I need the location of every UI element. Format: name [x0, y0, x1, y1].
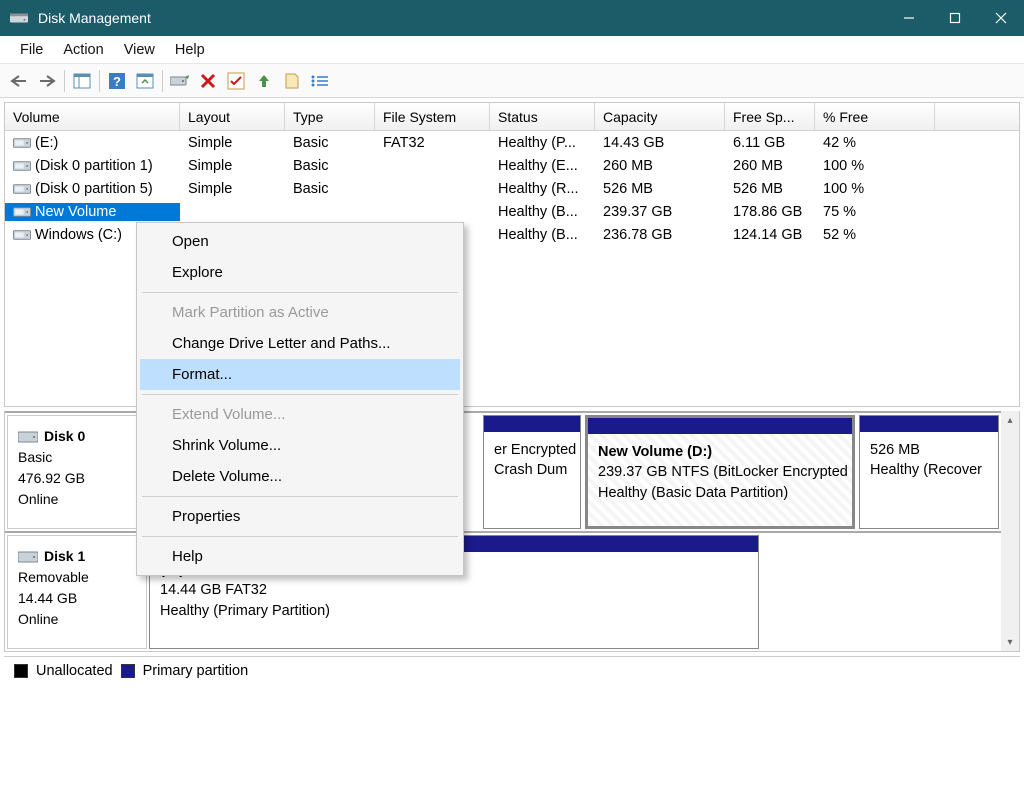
column-status[interactable]: Status	[490, 103, 595, 130]
disk-status: Online	[18, 491, 58, 507]
vertical-scrollbar[interactable]: ▴ ▾	[1001, 411, 1019, 651]
menu-bar: File Action View Help	[0, 36, 1024, 64]
context-menu[interactable]: OpenExplore Mark Partition as ActiveChang…	[136, 222, 464, 576]
partition[interactable]: 526 MBHealthy (Recover	[859, 415, 999, 529]
menu-item[interactable]: Change Drive Letter and Paths...	[140, 328, 460, 359]
scroll-down-icon[interactable]: ▾	[1001, 633, 1019, 651]
menu-separator	[142, 496, 458, 497]
table-header: Volume Layout Type File System Status Ca…	[5, 103, 1019, 131]
legend-label-primary: Primary partition	[143, 663, 249, 679]
disk-size: 476.92 GB	[18, 470, 85, 486]
menu-separator	[142, 394, 458, 395]
show-hide-tree-button[interactable]	[69, 68, 95, 94]
menu-separator	[142, 536, 458, 537]
menu-item[interactable]: Help	[140, 541, 460, 572]
rescan-disks-button[interactable]	[167, 68, 193, 94]
back-button[interactable]	[6, 68, 32, 94]
menu-view[interactable]: View	[114, 39, 165, 61]
column-freespace[interactable]: Free Sp...	[725, 103, 815, 130]
table-row[interactable]: (Disk 0 partition 1)SimpleBasicHealthy (…	[5, 154, 1019, 177]
column-pctfree[interactable]: % Free	[815, 103, 935, 130]
menu-item: Mark Partition as Active	[140, 297, 460, 328]
disk-name: Disk 0	[44, 428, 85, 444]
partition[interactable]: New Volume (D:)239.37 GB NTFS (BitLocker…	[585, 415, 855, 529]
menu-item: Extend Volume...	[140, 399, 460, 430]
minimize-button[interactable]	[886, 0, 932, 36]
menu-item[interactable]: Delete Volume...	[140, 461, 460, 492]
menu-file[interactable]: File	[10, 39, 53, 61]
menu-item[interactable]: Explore	[140, 257, 460, 288]
column-layout[interactable]: Layout	[180, 103, 285, 130]
menu-item[interactable]: Properties	[140, 501, 460, 532]
forward-button[interactable]	[34, 68, 60, 94]
delete-button[interactable]	[195, 68, 221, 94]
table-row[interactable]: (Disk 0 partition 5)SimpleBasicHealthy (…	[5, 177, 1019, 200]
disk-info-0[interactable]: Disk 0 Basic 476.92 GB Online	[7, 415, 147, 529]
legend-swatch-primary	[121, 664, 135, 678]
menu-action[interactable]: Action	[53, 39, 113, 61]
menu-help[interactable]: Help	[165, 39, 215, 61]
legend-label-unallocated: Unallocated	[36, 663, 113, 679]
refresh-button[interactable]	[132, 68, 158, 94]
properties-button[interactable]	[279, 68, 305, 94]
window-title: Disk Management	[38, 10, 886, 26]
column-type[interactable]: Type	[285, 103, 375, 130]
column-filesystem[interactable]: File System	[375, 103, 490, 130]
menu-separator	[142, 292, 458, 293]
column-volume[interactable]: Volume	[5, 103, 180, 130]
legend-swatch-unallocated	[14, 664, 28, 678]
app-icon	[10, 10, 28, 26]
scroll-up-icon[interactable]: ▴	[1001, 411, 1019, 429]
close-button[interactable]	[978, 0, 1024, 36]
disk-icon	[18, 430, 38, 444]
help-button[interactable]: ?	[104, 68, 130, 94]
disk-size: 14.44 GB	[18, 590, 77, 606]
partition[interactable]: er EncryptedCrash Dum	[483, 415, 581, 529]
up-button[interactable]	[251, 68, 277, 94]
table-row[interactable]: New VolumeHealthy (B...239.37 GB178.86 G…	[5, 200, 1019, 223]
toolbar: ?	[0, 64, 1024, 98]
disk-icon	[18, 550, 38, 564]
disk-status: Online	[18, 611, 58, 627]
disk-info-1[interactable]: Disk 1 Removable 14.44 GB Online	[7, 535, 147, 649]
disk-type: Basic	[18, 449, 52, 465]
check-button[interactable]	[223, 68, 249, 94]
legend: Unallocated Primary partition	[4, 656, 1020, 685]
table-row[interactable]: (E:)SimpleBasicFAT32Healthy (P...14.43 G…	[5, 131, 1019, 154]
maximize-button[interactable]	[932, 0, 978, 36]
menu-item[interactable]: Shrink Volume...	[140, 430, 460, 461]
svg-text:?: ?	[113, 74, 121, 89]
disk-type: Removable	[18, 569, 89, 585]
menu-item[interactable]: Format...	[140, 359, 460, 390]
title-bar: Disk Management	[0, 0, 1024, 36]
disk-name: Disk 1	[44, 548, 85, 564]
list-button[interactable]	[307, 68, 333, 94]
menu-item[interactable]: Open	[140, 226, 460, 257]
column-capacity[interactable]: Capacity	[595, 103, 725, 130]
